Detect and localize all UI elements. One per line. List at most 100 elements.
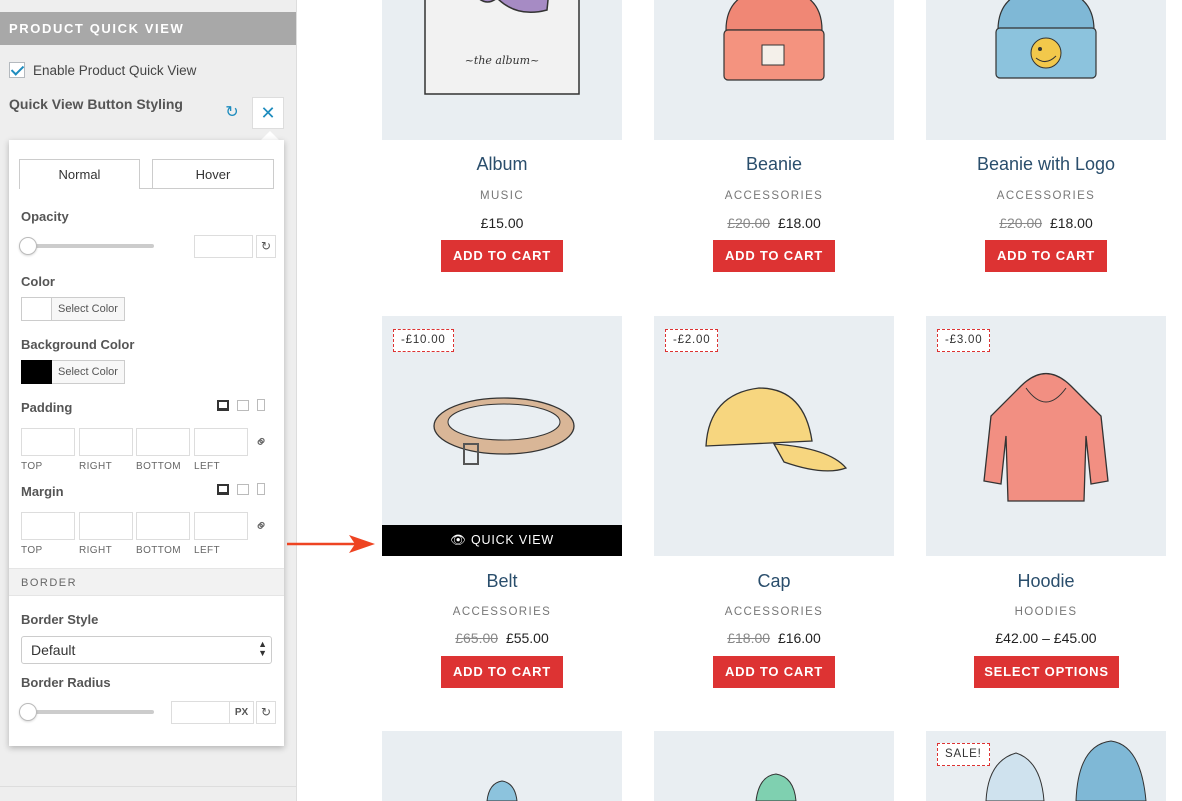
product-category[interactable]: ACCESSORIES: [382, 606, 622, 618]
opacity-slider-handle[interactable]: [19, 237, 37, 255]
quick-view-button[interactable]: 👁 QUICK VIEW: [382, 525, 622, 556]
add-to-cart-button[interactable]: ADD TO CART: [985, 240, 1107, 272]
quick-view-label: QUICK VIEW: [470, 533, 554, 547]
sidebar-footer-divider: [0, 786, 296, 787]
product-category[interactable]: ACCESSORIES: [654, 190, 894, 202]
product-name[interactable]: Belt: [382, 571, 622, 592]
desktop-icon[interactable]: [217, 399, 229, 411]
close-panel-button[interactable]: ✕: [252, 97, 284, 129]
product-image[interactable]: [926, 0, 1166, 140]
add-to-cart-button[interactable]: ADD TO CART: [441, 240, 563, 272]
tablet-icon[interactable]: [237, 399, 249, 411]
mobile-icon[interactable]: [257, 399, 265, 411]
padding-bottom-label: BOTTOM: [136, 461, 181, 472]
mobile-icon[interactable]: [257, 483, 265, 495]
product-category[interactable]: ACCESSORIES: [654, 606, 894, 618]
tab-hover[interactable]: Hover: [152, 159, 274, 189]
styling-panel: Normal Hover Opacity ↻ Color Select Colo…: [9, 140, 284, 746]
margin-inputs: TOP RIGHT BOTTOM LEFT: [21, 512, 249, 556]
background-color-select-button[interactable]: Select Color: [52, 360, 125, 384]
margin-top-label: TOP: [21, 545, 43, 556]
margin-device-switcher: [217, 483, 265, 495]
margin-right-input[interactable]: [79, 512, 133, 540]
product-current-price: £42.00 – £45.00: [995, 630, 1097, 646]
border-radius-input[interactable]: [171, 701, 230, 724]
padding-top-input[interactable]: [21, 428, 75, 456]
add-to-cart-button[interactable]: ADD TO CART: [441, 656, 563, 688]
add-to-cart-button[interactable]: ADD TO CART: [713, 240, 835, 272]
product-image[interactable]: [382, 731, 622, 801]
product-name[interactable]: Beanie with Logo: [926, 154, 1166, 175]
product-price: £42.00 – £45.00: [926, 630, 1166, 646]
product-old-price: £65.00: [455, 630, 499, 646]
color-select-button[interactable]: Select Color: [52, 297, 125, 321]
margin-bottom-input[interactable]: [136, 512, 190, 540]
product-image[interactable]: [654, 0, 894, 140]
background-color-label: Background Color: [21, 337, 135, 352]
sale-badge: SALE!: [937, 743, 990, 766]
product-image[interactable]: SALE!: [926, 731, 1166, 801]
product-image[interactable]: [654, 731, 894, 801]
color-swatch[interactable]: [21, 297, 52, 321]
discount-badge: -£2.00: [665, 329, 719, 352]
border-style-value: Default: [31, 642, 76, 658]
product-category[interactable]: HOODIES: [926, 606, 1166, 618]
product-image[interactable]: -£2.00: [654, 316, 894, 556]
product-current-price: £18.00: [1049, 215, 1093, 231]
product-current-price: £15.00: [480, 215, 524, 231]
padding-link-icon[interactable]: ⚭: [250, 430, 274, 454]
undo-icon[interactable]: ↻: [224, 105, 240, 121]
enable-quick-view-row[interactable]: Enable Product Quick View: [9, 62, 196, 78]
opacity-input[interactable]: [194, 235, 253, 258]
tab-normal[interactable]: Normal: [19, 159, 140, 189]
product-category[interactable]: ACCESSORIES: [926, 190, 1166, 202]
desktop-icon[interactable]: [217, 483, 229, 495]
padding-left-input[interactable]: [194, 428, 248, 456]
product-current-price: £55.00: [505, 630, 549, 646]
opacity-label: Opacity: [21, 209, 69, 224]
border-radius-slider-handle[interactable]: [19, 703, 37, 721]
border-radius-slider-track[interactable]: [29, 710, 154, 714]
product-name[interactable]: Album: [382, 154, 622, 175]
product-old-price: £20.00: [727, 215, 771, 231]
product-image[interactable]: -£3.00: [926, 316, 1166, 556]
product-old-price: £20.00: [999, 215, 1043, 231]
opacity-reset-icon[interactable]: ↻: [256, 235, 276, 258]
panel-caret: [261, 131, 279, 140]
section-title: PRODUCT QUICK VIEW: [0, 12, 296, 45]
padding-right-input[interactable]: [79, 428, 133, 456]
margin-link-icon[interactable]: ⚭: [250, 514, 274, 538]
product-price: £18.00 £16.00: [654, 630, 894, 646]
product-category[interactable]: MUSIC: [382, 190, 622, 202]
background-color-swatch[interactable]: [21, 360, 52, 384]
discount-badge: -£10.00: [393, 329, 454, 352]
opacity-slider-track[interactable]: [29, 244, 154, 248]
discount-badge: -£3.00: [937, 329, 991, 352]
state-tabs: Normal Hover: [19, 159, 274, 189]
padding-left-label: LEFT: [194, 461, 221, 472]
product-image[interactable]: -£10.00 👁 QUICK VIEW: [382, 316, 622, 556]
product-image[interactable]: ~the album~: [382, 0, 622, 140]
margin-left-label: LEFT: [194, 545, 221, 556]
margin-top-input[interactable]: [21, 512, 75, 540]
padding-device-switcher: [217, 399, 265, 411]
select-options-button[interactable]: SELECT OPTIONS: [974, 656, 1119, 688]
border-radius-reset-icon[interactable]: ↻: [256, 701, 276, 724]
product-price: £20.00 £18.00: [926, 215, 1166, 231]
padding-top-label: TOP: [21, 461, 43, 472]
background-color-picker[interactable]: Select Color: [21, 360, 125, 384]
color-picker[interactable]: Select Color: [21, 297, 125, 321]
product-name[interactable]: Hoodie: [926, 571, 1166, 592]
padding-bottom-input[interactable]: [136, 428, 190, 456]
tablet-icon[interactable]: [237, 483, 249, 495]
product-name[interactable]: Beanie: [654, 154, 894, 175]
tabs-divider: [19, 188, 274, 189]
product-price: £65.00 £55.00: [382, 630, 622, 646]
enable-quick-view-checkbox[interactable]: [9, 62, 25, 78]
border-style-select[interactable]: Default ▲ ▼: [21, 636, 272, 664]
margin-left-input[interactable]: [194, 512, 248, 540]
add-to-cart-button[interactable]: ADD TO CART: [713, 656, 835, 688]
color-label: Color: [21, 274, 55, 289]
select-arrows-icon: ▲ ▼: [258, 639, 267, 658]
product-name[interactable]: Cap: [654, 571, 894, 592]
